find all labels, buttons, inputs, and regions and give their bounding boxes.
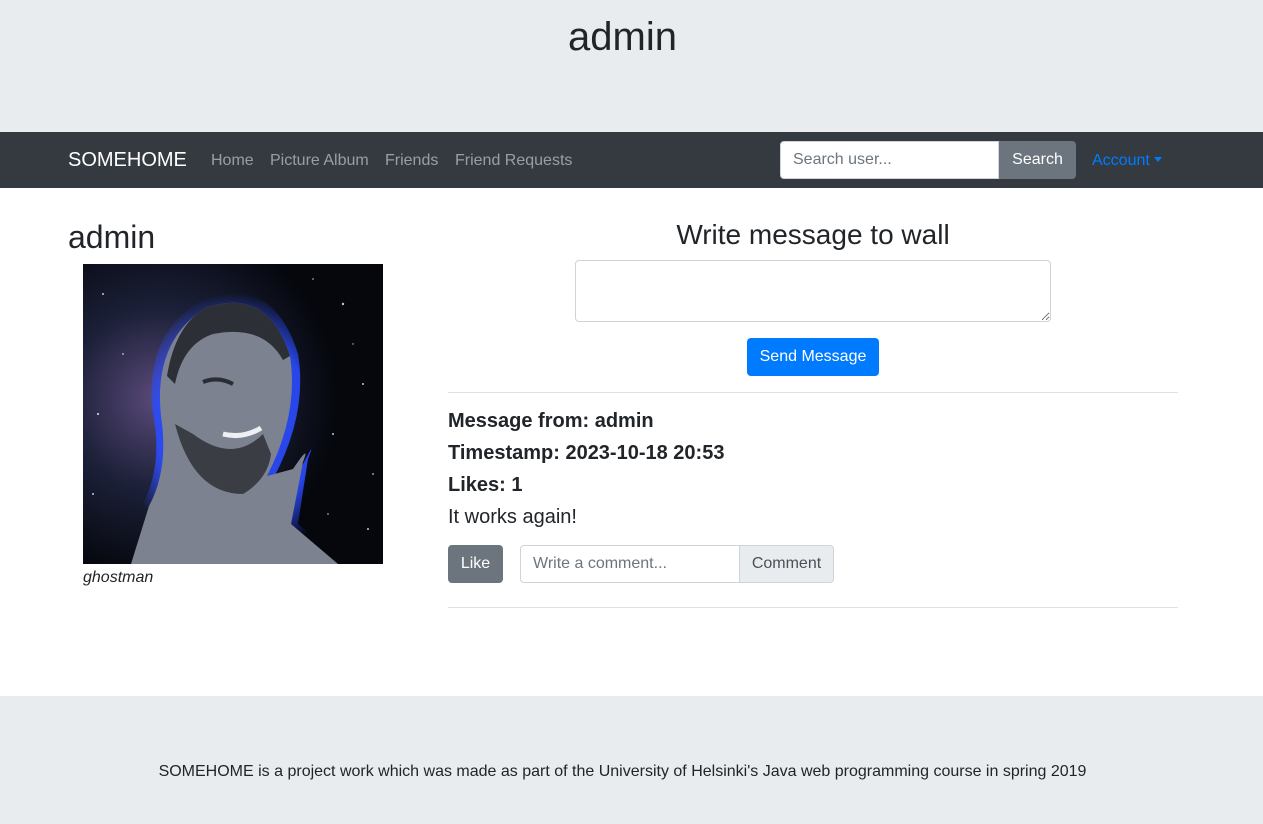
page-header: admin: [0, 0, 1263, 132]
nav-friend-requests[interactable]: Friend Requests: [455, 151, 572, 170]
like-button[interactable]: Like: [448, 545, 503, 583]
profile-picture-image: [83, 264, 383, 564]
brand-link[interactable]: SOMEHOME: [68, 148, 187, 172]
page-title: admin: [568, 15, 677, 59]
wall-message-textarea[interactable]: [575, 260, 1051, 322]
caret-down-icon: [1153, 157, 1162, 162]
message-from: Message from: admin: [448, 410, 654, 432]
account-dropdown[interactable]: Account: [1092, 151, 1162, 170]
nav-home[interactable]: Home: [211, 151, 254, 170]
message-body: It works again!: [448, 506, 577, 528]
send-message-button[interactable]: Send Message: [747, 338, 879, 376]
profile-picture[interactable]: [83, 264, 383, 564]
search-user-input[interactable]: [780, 141, 999, 179]
wall-title: Write message to wall: [676, 219, 950, 250]
divider: [448, 607, 1178, 608]
nav-friends[interactable]: Friends: [385, 151, 438, 170]
search-button[interactable]: Search: [999, 141, 1076, 179]
message-timestamp: Timestamp: 2023-10-18 20:53: [448, 442, 725, 464]
comment-button[interactable]: Comment: [739, 545, 834, 583]
footer: SOMEHOME is a project work which was mad…: [0, 696, 1263, 824]
footer-text: SOMEHOME is a project work which was mad…: [158, 763, 1087, 780]
account-label: Account: [1092, 152, 1150, 169]
comment-input[interactable]: [520, 545, 740, 583]
divider: [448, 392, 1178, 393]
profile-name: admin: [68, 219, 156, 255]
profile-picture-caption: ghostman: [83, 569, 154, 586]
nav-picture-album[interactable]: Picture Album: [270, 151, 369, 170]
message-likes: Likes: 1: [448, 474, 523, 496]
